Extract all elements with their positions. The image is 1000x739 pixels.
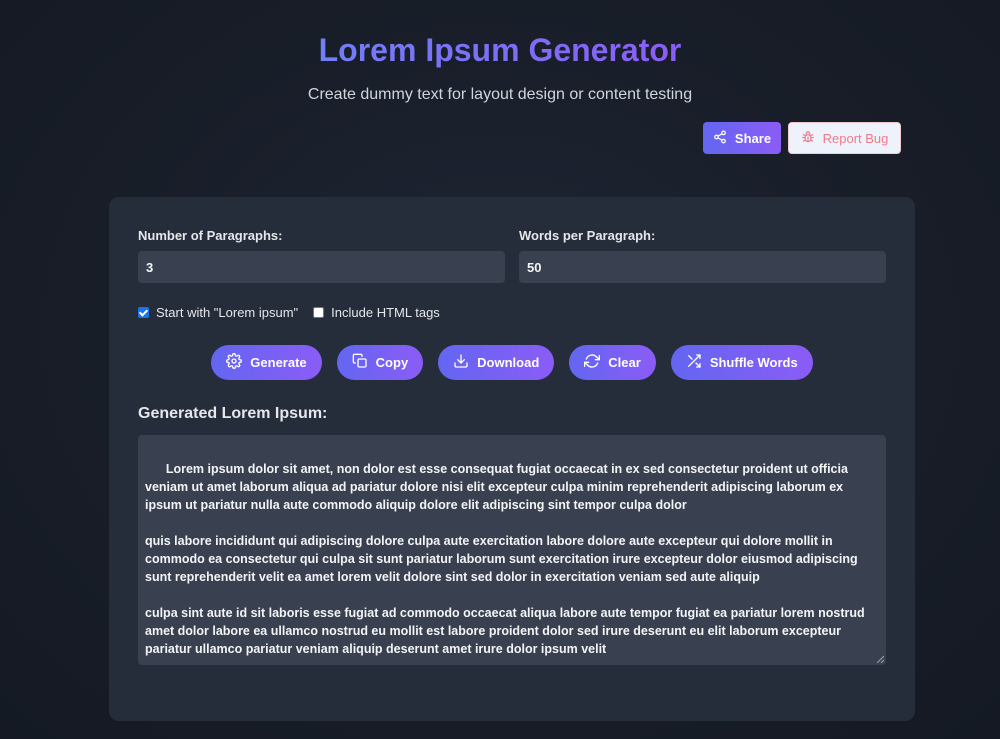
words-label: Words per Paragraph:	[519, 228, 656, 243]
output-heading: Generated Lorem Ipsum:	[138, 405, 328, 422]
shuffle-icon	[686, 353, 702, 372]
output-text: Lorem ipsum dolor sit amet, non dolor es…	[145, 462, 865, 656]
words-input[interactable]	[519, 251, 886, 283]
share-icon	[713, 130, 727, 147]
generator-card: Number of Paragraphs: Words per Paragrap…	[109, 197, 915, 721]
generate-label: Generate	[250, 355, 307, 370]
paragraphs-input[interactable]	[138, 251, 505, 283]
page: Lorem Ipsum Generator Create dummy text …	[0, 0, 1000, 739]
shuffle-words-button[interactable]: Shuffle Words	[670, 345, 813, 380]
page-subtitle: Create dummy text for layout design or c…	[307, 86, 693, 103]
report-bug-label: Report Bug	[822, 130, 889, 146]
share-button[interactable]: Share	[703, 122, 781, 154]
clear-button[interactable]: Clear	[569, 345, 656, 380]
copy-button[interactable]: Copy	[336, 345, 424, 380]
paragraphs-label: Number of Paragraphs:	[138, 228, 283, 243]
clear-label: Clear	[608, 355, 641, 370]
download-label: Download	[477, 355, 540, 370]
generate-button[interactable]: Generate	[211, 345, 322, 380]
html-tags-label[interactable]: Include HTML tags	[331, 305, 440, 320]
share-label: Share	[734, 130, 772, 146]
start-lorem-label[interactable]: Start with "Lorem ipsum"	[156, 305, 298, 320]
html-tags-checkbox[interactable]	[313, 307, 325, 318]
shuffle-words-label: Shuffle Words	[709, 355, 798, 370]
start-lorem-checkbox[interactable]	[138, 307, 149, 318]
report-bug-button[interactable]: Report Bug	[788, 122, 901, 154]
page-title: Lorem Ipsum Generator	[0, 28, 1000, 72]
resize-handle-icon[interactable]	[876, 655, 884, 663]
download-icon	[453, 353, 469, 372]
gear-icon	[226, 353, 243, 372]
options-row: Start with "Lorem ipsum" Include HTML ta…	[138, 305, 440, 320]
refresh-icon	[584, 353, 601, 372]
download-button[interactable]: Download	[438, 345, 555, 380]
copy-icon	[352, 353, 368, 372]
copy-label: Copy	[375, 355, 409, 370]
action-buttons: Generate Copy Download Clear Shuffle Wor…	[109, 345, 915, 380]
output-textarea[interactable]: Lorem ipsum dolor sit amet, non dolor es…	[138, 435, 886, 665]
bug-icon	[801, 130, 815, 147]
